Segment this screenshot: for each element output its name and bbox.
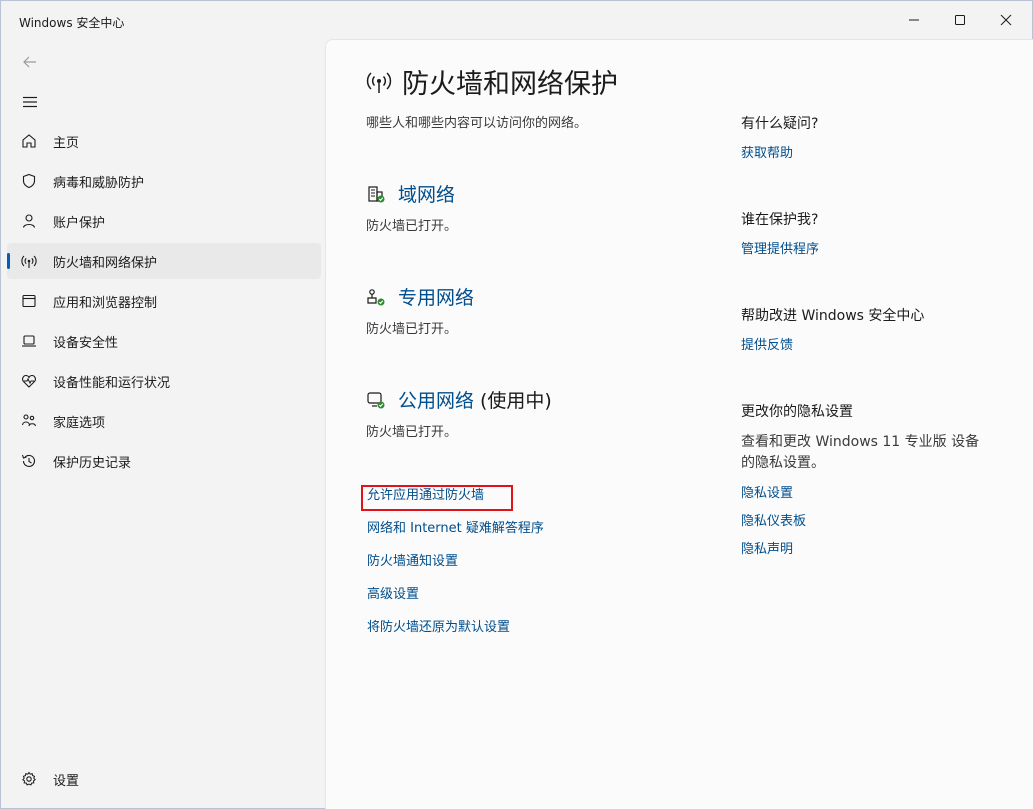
sidebar: 主页 病毒和威胁防护 账户保护 防火墙和网络保护 应用和浏览器控制 设备安全性 [1,39,325,809]
wifi-antenna-icon [21,253,37,269]
app-window: Windows 安全中心 主页 病毒和威胁防护 账户保护 防火墙和网络保护 应用… [0,0,1033,809]
improve-heading: 帮助改进 Windows 安全中心 [741,308,925,324]
main-content: 防火墙和网络保护 哪些人和哪些内容可以访问你的网络。 域网络 防火墙已打开。 专… [325,39,1033,809]
menu-button[interactable] [15,91,45,113]
app-window-icon [21,293,37,309]
home-icon [21,133,37,149]
sidebar-item-account-protection[interactable]: 账户保护 [7,203,321,239]
page-header: 防火墙和网络保护 [366,62,618,101]
protector-heading: 谁在保护我? [741,212,819,228]
back-button[interactable] [15,51,45,73]
sidebar-item-settings[interactable]: 设置 [7,761,321,797]
network-section-domain: 域网络 防火墙已打开。 [366,180,457,234]
sidebar-nav: 主页 病毒和威胁防护 账户保护 防火墙和网络保护 应用和浏览器控制 设备安全性 [7,123,321,483]
close-button[interactable] [983,1,1029,39]
title-bar: Windows 安全中心 [1,1,1032,39]
sidebar-item-label: 病毒和威胁防护 [53,175,145,191]
maximize-icon [955,15,965,25]
sidebar-item-device-security[interactable]: 设备安全性 [7,323,321,359]
settings-label: 设置 [53,773,80,789]
firewall-notification-settings-link[interactable]: 防火墙通知设置 [367,554,544,587]
privacy-description: 查看和更改 Windows 11 专业版 设备的隐私设置。 [741,434,980,471]
sidebar-item-label: 家庭选项 [53,415,106,431]
network-section-public: 公用网络 (使用中) 防火墙已打开。 [366,386,552,440]
gear-icon [21,771,37,787]
manage-providers-link[interactable]: 管理提供程序 [741,238,819,257]
network-name-link[interactable]: 域网络 [398,180,455,207]
sidebar-item-label: 防火墙和网络保护 [53,255,158,271]
sidebar-item-family-options[interactable]: 家庭选项 [7,403,321,439]
question-heading: 有什么疑问? [741,116,819,132]
network-name-link[interactable]: 公用网络 [398,386,474,413]
sidebar-item-label: 保护历史记录 [53,455,132,471]
laptop-icon [21,333,37,349]
wifi-antenna-icon [366,69,392,95]
page-subtitle: 哪些人和哪些内容可以访问你的网络。 [366,116,588,131]
network-troubleshooter-link[interactable]: 网络和 Internet 疑难解答程序 [367,521,544,554]
heart-pulse-icon [21,373,37,389]
give-feedback-link[interactable]: 提供反馈 [741,334,793,353]
shield-icon [21,173,37,189]
close-icon [1000,14,1012,26]
domain-network-icon [366,184,386,204]
arrow-left-icon [23,56,36,68]
allow-app-through-firewall-link[interactable]: 允许应用通过防火墙 [367,488,544,521]
sidebar-item-label: 应用和浏览器控制 [53,295,158,311]
privacy-dashboard-link[interactable]: 隐私仪表板 [741,510,806,529]
window-title: Windows 安全中心 [19,16,125,30]
sidebar-item-label: 设备安全性 [53,335,119,351]
person-icon [21,213,37,229]
page-title: 防火墙和网络保护 [402,69,618,100]
privacy-settings-link[interactable]: 隐私设置 [741,482,793,501]
privacy-statement-link[interactable]: 隐私声明 [741,538,793,557]
sidebar-item-device-performance[interactable]: 设备性能和运行状况 [7,363,321,399]
hamburger-icon [23,96,37,108]
family-icon [21,413,37,429]
get-help-link[interactable]: 获取帮助 [741,142,793,161]
network-status: 防火墙已打开。 [366,219,458,234]
network-status: 防火墙已打开。 [366,425,458,440]
sidebar-item-app-browser-control[interactable]: 应用和浏览器控制 [7,283,321,319]
sidebar-item-label: 账户保护 [53,215,106,231]
sidebar-item-protection-history[interactable]: 保护历史记录 [7,443,321,479]
network-name-link[interactable]: 专用网络 [398,283,474,310]
maximize-button[interactable] [937,1,983,39]
network-status: 防火墙已打开。 [366,322,458,337]
network-section-private: 专用网络 防火墙已打开。 [366,283,474,337]
network-in-use-label: (使用中) [480,390,552,412]
minimize-icon [909,19,919,21]
minimize-button[interactable] [891,1,937,39]
privacy-heading: 更改你的隐私设置 [741,404,853,420]
sidebar-item-virus-protection[interactable]: 病毒和威胁防护 [7,163,321,199]
sidebar-item-home[interactable]: 主页 [7,123,321,159]
sidebar-item-label: 主页 [53,135,80,151]
firewall-links: 允许应用通过防火墙 网络和 Internet 疑难解答程序 防火墙通知设置 高级… [367,488,544,653]
restore-firewall-defaults-link[interactable]: 将防火墙还原为默认设置 [367,620,544,653]
sidebar-item-label: 设备性能和运行状况 [53,375,171,391]
history-icon [21,453,37,469]
public-network-icon [366,390,386,410]
sidebar-item-firewall[interactable]: 防火墙和网络保护 [7,243,321,279]
advanced-settings-link[interactable]: 高级设置 [367,587,544,620]
private-network-icon [366,287,386,307]
